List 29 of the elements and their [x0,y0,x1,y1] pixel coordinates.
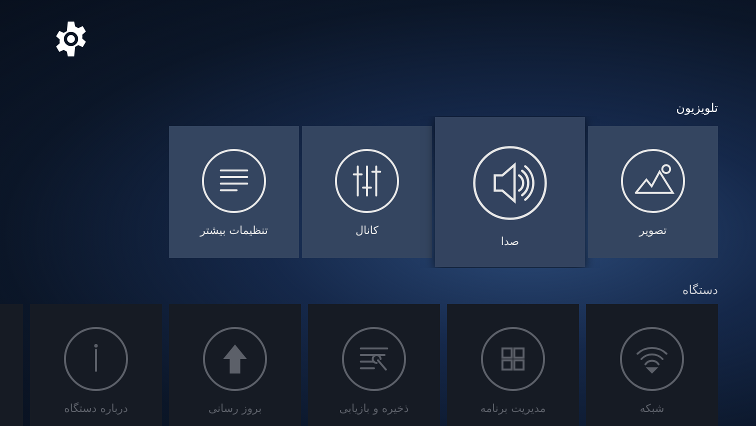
settings-tile[interactable]: کانال [302,126,432,258]
tile-label: مدیریت برنامه [480,402,546,415]
tile-label: ذخیره و بازیابی [339,402,409,415]
wifi-icon [619,326,685,392]
settings-tile[interactable]: تنظیمات بیشتر [169,126,299,258]
settings-tile[interactable]: تصویر [588,126,718,258]
tile-label: درباره دستگاه [64,402,128,415]
tile-label: بروز رسانی [208,402,262,415]
tile-label: صدا [500,235,520,248]
settings-tile[interactable]: مدیریت برنامه [447,304,579,426]
arrow-up-icon [202,326,268,392]
settings-tile[interactable]: ذخیره و بازیابی [308,304,440,426]
speaker-icon [472,145,548,221]
settings-tile[interactable]: بروز رسانی [169,304,301,426]
settings-tile[interactable]: صدا [435,117,585,267]
settings-tile[interactable]: شبکه [586,304,718,426]
section-title: دستگاه [682,282,718,298]
section-title: تلویزیون [676,100,718,116]
tile-label: کانال [356,224,378,237]
info-icon [63,326,129,392]
mountain-icon [620,148,686,214]
grid-icon [480,326,546,392]
tile-label: تصویر [639,224,667,237]
settings-tile[interactable]: درباره دستگاه [30,304,162,426]
tile-label: تنظیمات بیشتر [200,224,268,237]
tile-label: شبکه [640,402,664,415]
lines-icon [201,148,267,214]
sliders-icon [334,148,400,214]
wrench-icon [341,326,407,392]
